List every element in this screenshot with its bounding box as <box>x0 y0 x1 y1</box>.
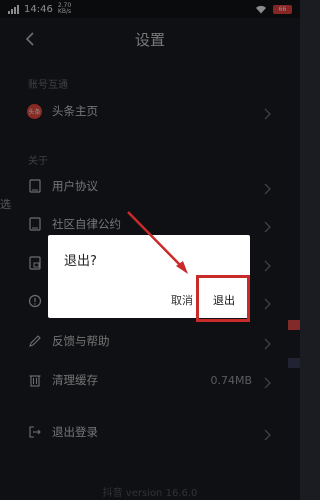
dialog-title: 退出? <box>64 254 97 269</box>
cancel-button[interactable]: 取消 <box>171 292 193 308</box>
annotation-highlight-box <box>196 275 250 322</box>
